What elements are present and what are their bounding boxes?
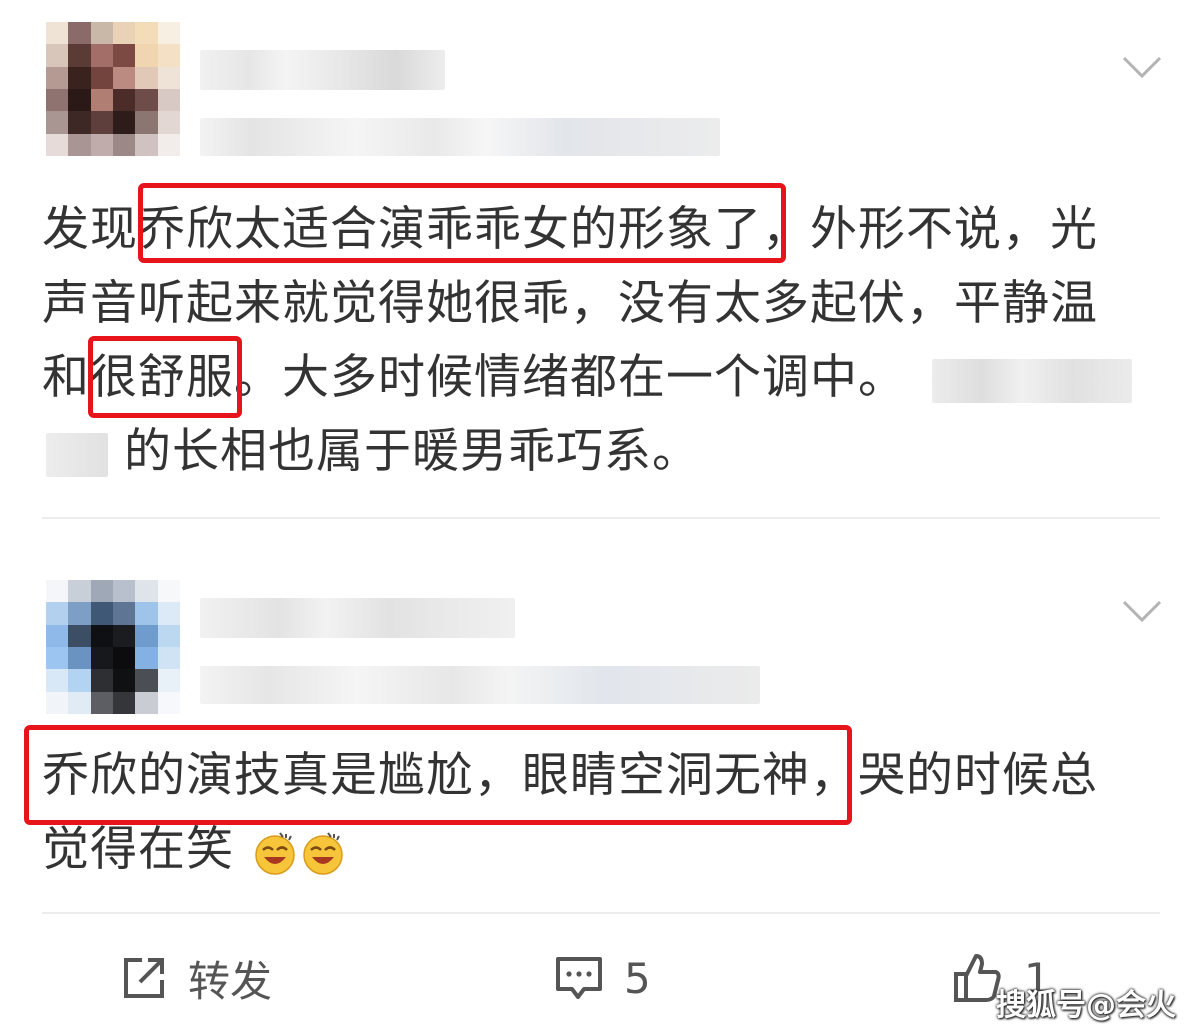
comment-card-1: 发现乔欣太适合演乖乖女的形象了，外形不说，光 声音听起来就觉得她很乖，没有太多起…	[0, 0, 1200, 520]
avatar[interactable]	[46, 22, 180, 156]
comment-line-text: 的长相也属于暖男乖巧系。	[123, 424, 700, 479]
laugh-emoji-icon	[303, 831, 343, 875]
mention-redacted[interactable]	[931, 358, 1132, 403]
comment-icon	[556, 957, 602, 999]
divider	[42, 517, 1160, 519]
chevron-down-icon[interactable]	[1122, 600, 1162, 622]
laugh-emoji-icon	[255, 831, 295, 875]
avatar[interactable]	[46, 580, 180, 714]
comment-line: 声音听起来就觉得她很乖，没有太多起伏，平静温	[42, 276, 1098, 331]
watermark: 搜狐号@会火	[996, 988, 1176, 1023]
divider	[42, 912, 1160, 914]
username-redacted[interactable]	[200, 50, 445, 90]
meta-redacted	[200, 118, 720, 156]
highlight-box	[24, 725, 852, 825]
username-redacted[interactable]	[200, 598, 515, 638]
comment-line: 觉得在笑	[42, 820, 346, 880]
comment-count: 5	[624, 953, 651, 1003]
comment-line-text: 觉得在笑	[42, 822, 234, 877]
name-redacted	[46, 432, 108, 477]
repost-icon	[124, 958, 164, 998]
repost-label: 转发	[188, 956, 273, 1006]
repost-button[interactable]: 转发	[120, 948, 272, 1008]
action-toolbar: 转发 5 1 搜狐号@会火	[0, 920, 1200, 1032]
comment-line: 的长相也属于暖男乖巧系。	[46, 422, 700, 482]
comment-button[interactable]: 5	[554, 948, 651, 1008]
meta-redacted	[200, 666, 760, 704]
chevron-down-icon[interactable]	[1122, 56, 1162, 78]
highlight-box	[88, 336, 242, 418]
highlight-box	[138, 183, 786, 263]
comment-card-2: 乔欣的演技真是尴尬，眼睛空洞无神，哭的时候总 觉得在笑	[0, 520, 1200, 920]
